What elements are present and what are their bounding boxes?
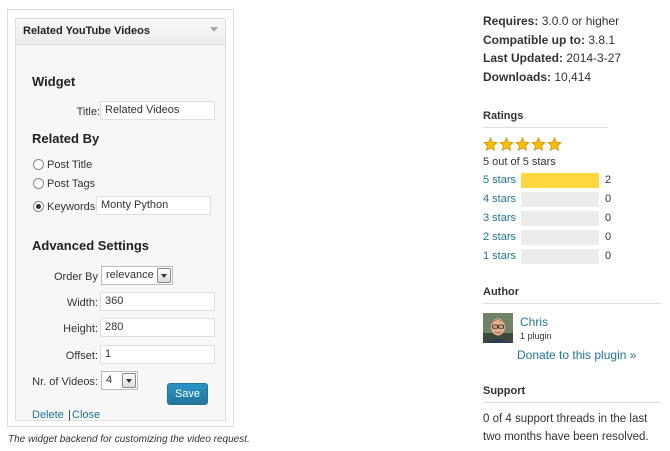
requires-label: Requires: (483, 14, 539, 28)
compatible-label: Compatible up to: (483, 33, 585, 47)
downloads-row: Downloads: 10,414 (483, 70, 591, 84)
rating-bar-track (521, 192, 599, 207)
rating-bar-track (521, 249, 599, 264)
section-related-heading: Related By (32, 131, 100, 146)
support-heading: Support (483, 385, 526, 397)
rating-count: 0 (605, 212, 612, 224)
star-icon (515, 137, 530, 151)
downloads-label: Downloads: (483, 70, 551, 84)
width-input[interactable]: 360 (100, 292, 215, 311)
author-divider (483, 303, 661, 304)
ratings-summary: 5 out of 5 stars (483, 156, 556, 168)
rating-row-link[interactable]: 1 stars (483, 250, 516, 262)
nr-videos-value: 4 (106, 374, 113, 386)
title-label: Title: (76, 106, 100, 118)
rating-bar-track (521, 230, 599, 245)
title-input[interactable]: Related Videos (100, 101, 215, 120)
rating-count: 2 (605, 174, 612, 186)
rating-row: 5 stars 2 (483, 173, 623, 188)
author-photo-icon (483, 313, 513, 343)
widget-figure: Related YouTube Videos Widget Title: Rel… (7, 9, 234, 427)
rating-bar-track (521, 173, 599, 188)
star-rating (483, 137, 562, 154)
offset-input[interactable]: 1 (100, 345, 215, 364)
radio-post-title[interactable] (33, 159, 44, 170)
rating-row: 3 stars 0 (483, 211, 623, 226)
section-widget-heading: Widget (32, 74, 76, 89)
link-separator: | (68, 409, 71, 421)
save-button[interactable]: Save (167, 383, 208, 405)
rating-bar-fill (521, 173, 599, 188)
chevron-down-icon[interactable] (157, 268, 171, 283)
rating-row: 1 stars 0 (483, 249, 623, 264)
support-divider (483, 402, 661, 403)
widget-panel: Related YouTube Videos Widget Title: Rel… (15, 18, 226, 421)
radio-label-post-tags: Post Tags (47, 178, 96, 190)
order-select[interactable]: relevance (101, 266, 173, 285)
offset-label: Offset: (65, 350, 98, 362)
figure-caption: The widget backend for customizing the v… (8, 434, 250, 445)
updated-value: 2014-3-27 (566, 51, 622, 65)
rating-row-link[interactable]: 5 stars (483, 174, 516, 186)
order-label: Order By (53, 271, 98, 283)
star-icon (499, 137, 514, 151)
author-heading: Author (483, 286, 520, 298)
updated-row: Last Updated: 2014-3-27 (483, 51, 621, 65)
close-link[interactable]: Close (72, 409, 100, 421)
radio-label-post-title: Post Title (47, 159, 93, 171)
nr-videos-label: Nr. of Videos: (32, 376, 98, 388)
height-label: Height: (63, 323, 98, 335)
height-input[interactable]: 280 (100, 318, 215, 337)
support-summary: 0 of 4 support threads in the last two m… (483, 413, 649, 443)
section-advanced-heading: Advanced Settings (32, 238, 150, 253)
radio-post-tags[interactable] (33, 178, 44, 189)
radio-label-keywords: Keywords: (47, 201, 99, 213)
requires-value: 3.0.0 or higher (541, 14, 620, 28)
donate-link[interactable]: Donate to this plugin » (517, 348, 636, 362)
rating-count: 0 (605, 231, 612, 243)
rating-row: 4 stars 0 (483, 192, 623, 207)
nr-videos-select[interactable]: 4 (101, 371, 138, 390)
rating-row-link[interactable]: 4 stars (483, 193, 516, 205)
star-icon (547, 137, 562, 151)
author-name-link[interactable]: Chris (520, 315, 548, 329)
requires-row: Requires: 3.0.0 or higher (483, 14, 619, 28)
star-icon (483, 137, 498, 151)
rating-count: 0 (605, 250, 612, 262)
rating-count: 0 (605, 193, 612, 205)
rating-bar-track (521, 211, 599, 226)
ratings-divider (483, 127, 608, 128)
keywords-input[interactable]: Monty Python (96, 196, 211, 215)
updated-label: Last Updated: (483, 51, 564, 65)
rating-row: 2 stars 0 (483, 230, 623, 245)
downloads-value: 10,414 (554, 70, 592, 84)
ratings-heading: Ratings (483, 110, 524, 122)
widget-header[interactable]: Related YouTube Videos (16, 19, 225, 45)
star-icon (531, 137, 546, 151)
chevron-down-icon[interactable] (122, 373, 136, 388)
author-plugin-count: 1 plugin (520, 331, 552, 341)
radio-keywords[interactable] (33, 201, 44, 212)
widget-title: Related YouTube Videos (23, 25, 150, 37)
delete-link[interactable]: Delete (32, 409, 64, 421)
width-label: Width: (66, 297, 98, 309)
avatar[interactable] (483, 313, 513, 343)
rating-row-link[interactable]: 3 stars (483, 212, 516, 224)
rating-row-link[interactable]: 2 stars (483, 231, 516, 243)
compatible-row: Compatible up to: 3.8.1 (483, 33, 615, 47)
collapse-arrow-icon[interactable] (210, 27, 218, 32)
compatible-value: 3.8.1 (588, 33, 616, 47)
order-select-value: relevance (106, 269, 154, 281)
